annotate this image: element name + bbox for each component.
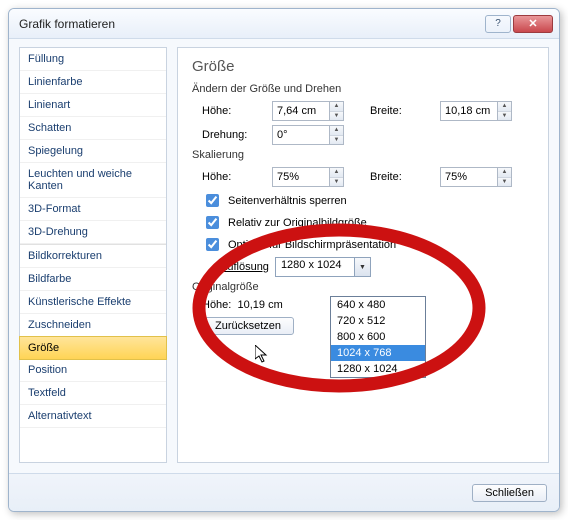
scale-width-input[interactable]	[441, 168, 497, 186]
rotation-spinbox[interactable]: ▲▼	[272, 125, 344, 145]
lock-aspect-label: Seitenverhältnis sperren	[228, 195, 347, 207]
width-input[interactable]	[441, 102, 497, 120]
resolution-option[interactable]: 640 x 480	[331, 297, 425, 313]
help-button[interactable]: ?	[485, 15, 511, 33]
section-original-size: Originalgröße	[192, 281, 534, 293]
dialog-title: Grafik formatieren	[19, 17, 483, 31]
orig-height-label: Höhe:	[202, 299, 231, 311]
section-scaling: Skalierung	[192, 149, 534, 161]
sidebar-item-reflection[interactable]: Spiegelung	[20, 140, 166, 163]
height-spin-buttons[interactable]: ▲▼	[329, 102, 343, 120]
scale-height-input[interactable]	[273, 168, 329, 186]
rotation-label: Drehung:	[202, 129, 264, 141]
dialog-footer: Schließen	[9, 473, 559, 511]
category-sidebar: Füllung Linienfarbe Linienart Schatten S…	[19, 47, 167, 463]
resolution-option[interactable]: 800 x 600	[331, 329, 425, 345]
reset-button[interactable]: Zurücksetzen	[202, 317, 294, 335]
sidebar-item-shadow[interactable]: Schatten	[20, 117, 166, 140]
sidebar-item-crop[interactable]: Zuschneiden	[20, 314, 166, 337]
rotation-spin-buttons[interactable]: ▲▼	[329, 126, 343, 144]
scale-width-spin-buttons[interactable]: ▲▼	[497, 168, 511, 186]
height-label: Höhe:	[202, 105, 264, 117]
width-spinbox[interactable]: ▲▼	[440, 101, 512, 121]
sidebar-item-fill[interactable]: Füllung	[20, 48, 166, 71]
height-spinbox[interactable]: ▲▼	[272, 101, 344, 121]
height-input[interactable]	[273, 102, 329, 120]
titlebar: Grafik formatieren ? ✕	[9, 9, 559, 39]
width-spin-buttons[interactable]: ▲▼	[497, 102, 511, 120]
orig-height-value: 10,19 cm	[237, 299, 282, 311]
resolution-value[interactable]	[276, 258, 354, 271]
lock-aspect-checkbox[interactable]	[206, 194, 219, 207]
scale-height-spin-buttons[interactable]: ▲▼	[329, 168, 343, 186]
sidebar-item-linecolor[interactable]: Linienfarbe	[20, 71, 166, 94]
sidebar-item-size[interactable]: Größe	[19, 336, 167, 360]
dropdown-arrow-icon[interactable]: ▼	[354, 258, 370, 276]
sidebar-item-alttext[interactable]: Alternativtext	[20, 405, 166, 428]
sidebar-item-glow[interactable]: Leuchten und weiche Kanten	[20, 163, 166, 198]
close-button[interactable]: Schließen	[472, 484, 547, 502]
resolution-option[interactable]: 1280 x 1024	[331, 361, 425, 377]
section-resize-rotate: Ändern der Größe und Drehen	[192, 83, 534, 95]
scale-width-label: Breite:	[370, 171, 432, 183]
size-panel: Größe Ändern der Größe und Drehen Höhe: …	[177, 47, 549, 463]
close-x-button[interactable]: ✕	[513, 15, 553, 33]
sidebar-item-artistic[interactable]: Künstlerische Effekte	[20, 291, 166, 314]
sidebar-item-3dformat[interactable]: 3D-Format	[20, 198, 166, 221]
scale-height-spinbox[interactable]: ▲▼	[272, 167, 344, 187]
relative-original-label: Relativ zur Originalbildgröße	[228, 217, 367, 229]
scale-height-label: Höhe:	[202, 171, 264, 183]
rotation-input[interactable]	[273, 126, 329, 144]
resolution-option[interactable]: 1024 x 768	[331, 345, 425, 361]
sidebar-item-3drotation[interactable]: 3D-Drehung	[20, 221, 166, 244]
width-label: Breite:	[370, 105, 432, 117]
sidebar-item-textbox[interactable]: Textfeld	[20, 382, 166, 405]
resolution-label: Auflösung	[220, 261, 269, 273]
resolution-dropdown-list[interactable]: 640 x 480 720 x 512 800 x 600 1024 x 768…	[330, 296, 426, 378]
sidebar-item-picturecolor[interactable]: Bildfarbe	[20, 268, 166, 291]
sidebar-item-corrections[interactable]: Bildkorrekturen	[20, 244, 166, 268]
format-graphic-dialog: Grafik formatieren ? ✕ Füllung Linienfar…	[8, 8, 560, 512]
dialog-body: Füllung Linienfarbe Linienart Schatten S…	[9, 39, 559, 473]
panel-heading: Größe	[192, 58, 534, 75]
optimal-screen-checkbox[interactable]	[206, 238, 219, 251]
resolution-option[interactable]: 720 x 512	[331, 313, 425, 329]
optimal-screen-label: Optimal für Bildschirmpräsentation	[228, 239, 396, 251]
sidebar-item-position[interactable]: Position	[20, 359, 166, 382]
resolution-dropdown[interactable]: ▼	[275, 257, 371, 277]
sidebar-item-linestyle[interactable]: Linienart	[20, 94, 166, 117]
scale-width-spinbox[interactable]: ▲▼	[440, 167, 512, 187]
relative-original-checkbox[interactable]	[206, 216, 219, 229]
